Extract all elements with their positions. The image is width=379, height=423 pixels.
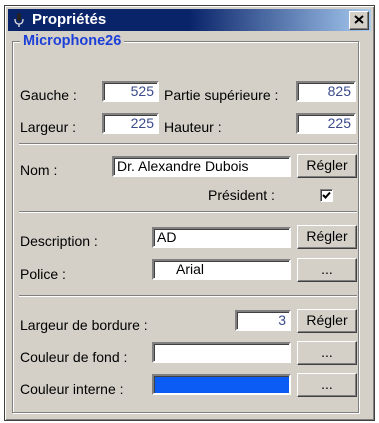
- separator: [19, 295, 357, 297]
- inner-color-button[interactable]: ...: [297, 373, 357, 397]
- background-color-button[interactable]: ...: [297, 341, 357, 365]
- border-width-input[interactable]: 3: [235, 310, 291, 331]
- set-description-button[interactable]: Régler: [297, 225, 357, 249]
- description-input[interactable]: AD: [152, 227, 291, 248]
- set-border-button[interactable]: Régler: [297, 309, 357, 333]
- microphone-icon: [11, 12, 27, 28]
- background-color-label: Couleur de fond :: [20, 349, 128, 365]
- inner-color-label: Couleur interne :: [20, 381, 124, 397]
- title-bar[interactable]: Propriétés: [8, 9, 371, 31]
- separator: [19, 143, 357, 145]
- top-label: Partie supérieure :: [164, 87, 279, 103]
- font-browse-button[interactable]: ...: [297, 258, 357, 282]
- width-label: Largeur :: [20, 119, 77, 135]
- border-width-label: Largeur de bordure :: [20, 317, 148, 333]
- top-input[interactable]: 825: [296, 81, 356, 102]
- president-label: Président :: [208, 187, 275, 203]
- background-color-swatch[interactable]: [152, 342, 291, 363]
- height-label: Hauteur :: [164, 119, 222, 135]
- width-input[interactable]: 225: [102, 113, 159, 134]
- window-title: Propriétés: [32, 11, 107, 28]
- separator: [19, 211, 357, 213]
- left-label: Gauche :: [20, 87, 77, 103]
- left-input[interactable]: 525: [102, 81, 159, 102]
- name-input[interactable]: Dr. Alexandre Dubois: [112, 156, 291, 177]
- height-input[interactable]: 225: [296, 113, 356, 134]
- description-label: Description :: [20, 233, 98, 249]
- inner-color-swatch[interactable]: [152, 374, 291, 395]
- font-input[interactable]: Arial: [152, 259, 291, 280]
- name-label: Nom :: [20, 162, 58, 178]
- close-button[interactable]: [349, 11, 369, 30]
- president-checkbox[interactable]: [320, 189, 333, 202]
- font-label: Police :: [20, 266, 66, 282]
- group-title: Microphone26: [20, 33, 125, 49]
- set-name-button[interactable]: Régler: [297, 154, 357, 178]
